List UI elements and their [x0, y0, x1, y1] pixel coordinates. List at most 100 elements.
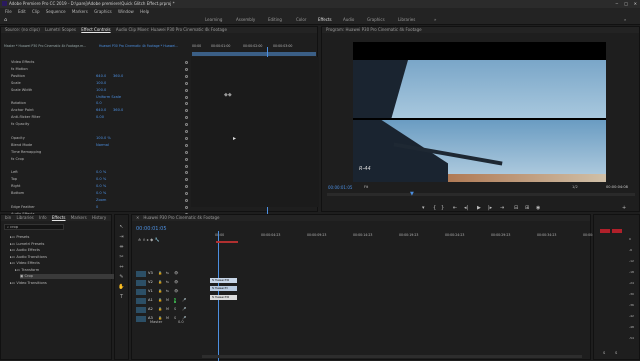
solo-right-button[interactable]: S: [615, 351, 617, 356]
clip-v1[interactable]: fx Huawei P30: [210, 295, 237, 300]
quality-dropdown[interactable]: 1/2: [572, 185, 578, 190]
menu-window[interactable]: Window: [118, 9, 134, 14]
reset-icon[interactable]: [185, 205, 188, 209]
clip-v2[interactable]: fx Huawei P3: [210, 286, 237, 291]
solo-left-button[interactable]: S: [603, 351, 605, 356]
reset-icon[interactable]: [185, 192, 188, 196]
lift-button[interactable]: ⊟: [514, 205, 518, 211]
mark-in-icon[interactable]: ▾: [422, 205, 425, 211]
menu-edit[interactable]: Edit: [18, 9, 26, 14]
effects-tree-item[interactable]: ▸▭ Presets: [10, 235, 29, 240]
effect-property-value[interactable]: 0.0 %: [96, 177, 106, 182]
lock-icon[interactable]: 🔒: [158, 289, 162, 294]
extract-button[interactable]: ⊞: [525, 205, 529, 211]
track-select-tool-icon[interactable]: ⇥: [118, 234, 125, 240]
reset-icon[interactable]: [185, 178, 188, 182]
track-target-toggle[interactable]: [136, 298, 146, 304]
reset-icon[interactable]: [185, 67, 188, 71]
effects-tree-item[interactable]: ▸▭ Video Effects: [10, 261, 40, 266]
timeline-scrollbar[interactable]: [202, 355, 582, 358]
track-label[interactable]: V1: [148, 289, 153, 294]
snap-icon[interactable]: ⋔ ∩ ▸ ◆ 🔧: [138, 237, 159, 242]
home-icon[interactable]: ⌂: [4, 17, 7, 23]
track-label[interactable]: V2: [148, 280, 153, 285]
play-button[interactable]: ▶: [477, 205, 481, 211]
eye-icon[interactable]: 👁: [174, 271, 178, 276]
clip-v3[interactable]: fx Huawei P30: [210, 278, 237, 283]
hand-tool-icon[interactable]: ✋: [118, 284, 125, 290]
track-label[interactable]: A1: [148, 298, 153, 303]
tab-audio-clip-mixer[interactable]: Audio Clip Mixer: Huawei P30 Pro Cinemat…: [116, 27, 227, 32]
effects-tree-item[interactable]: ▸▭ Transform: [15, 268, 39, 273]
menu-markers[interactable]: Markers: [72, 9, 88, 14]
effect-clip-bar[interactable]: [192, 52, 316, 56]
menu-clip[interactable]: Clip: [32, 9, 40, 14]
lock-icon[interactable]: 🔒: [158, 280, 162, 285]
eye-icon[interactable]: 👁: [174, 280, 178, 285]
search-icon[interactable]: ⌕: [624, 17, 626, 22]
razor-tool-icon[interactable]: ✂: [118, 254, 125, 260]
effect-property-value[interactable]: 0.0 %: [96, 170, 106, 175]
sync-icon[interactable]: ⇆: [166, 271, 169, 276]
effect-property-value[interactable]: 100.0: [96, 88, 106, 93]
reset-icon[interactable]: [185, 74, 188, 78]
go-to-in-button[interactable]: ⇤: [453, 205, 457, 211]
export-frame-icon[interactable]: ◉: [536, 205, 540, 211]
effect-property-value[interactable]: 0.0: [96, 101, 102, 106]
reset-icon[interactable]: [185, 157, 188, 161]
tab-source[interactable]: Source: (no clips): [5, 27, 40, 32]
work-area-bar[interactable]: [216, 241, 238, 243]
reset-icon[interactable]: [185, 136, 188, 140]
more-workspaces-icon[interactable]: »: [434, 17, 436, 22]
track-target-toggle[interactable]: [136, 289, 146, 295]
keyframe-icon[interactable]: ◆◆: [224, 92, 232, 98]
effect-property-value[interactable]: 0.0 %: [96, 191, 106, 196]
effects-tree-item[interactable]: ▸▭ Lumetri Presets: [10, 242, 44, 247]
lock-icon[interactable]: 🔒: [158, 271, 162, 276]
lock-icon[interactable]: 🔒: [158, 298, 162, 303]
lock-icon[interactable]: 🔒: [158, 307, 162, 312]
effect-property-value[interactable]: 0.0 %: [96, 184, 106, 189]
slip-tool-icon[interactable]: ⇔: [118, 264, 125, 270]
effect-property-value[interactable]: 100.0 %: [96, 136, 111, 141]
reset-icon[interactable]: [185, 102, 188, 106]
close-icon[interactable]: ✕: [634, 0, 637, 8]
effect-property-value[interactable]: 640.0: [96, 108, 106, 113]
minimize-icon[interactable]: ─: [616, 0, 618, 8]
reset-icon[interactable]: [185, 185, 188, 189]
program-scrub-bar[interactable]: [327, 193, 635, 196]
fit-dropdown[interactable]: Fit: [364, 185, 368, 190]
effect-property-value[interactable]: 640.0: [96, 74, 106, 79]
solo-icon[interactable]: S: [174, 298, 177, 303]
effect-property-value[interactable]: Zoom: [96, 198, 106, 203]
ripple-edit-tool-icon[interactable]: ⇹: [118, 244, 125, 250]
step-forward-button[interactable]: |▸: [488, 205, 492, 211]
workspace-editing[interactable]: Editing: [268, 17, 282, 22]
effect-property-value[interactable]: Uniform Scale: [96, 95, 121, 100]
video-frame[interactable]: R-44: [353, 42, 606, 182]
mark-in-button[interactable]: {: [433, 205, 436, 211]
reset-icon[interactable]: [185, 171, 188, 175]
track-label[interactable]: V3: [148, 271, 153, 276]
menu-sequence[interactable]: Sequence: [46, 9, 66, 14]
workspace-libraries[interactable]: Libraries: [398, 17, 415, 22]
reset-icon[interactable]: [185, 123, 188, 127]
workspace-assembly[interactable]: Assembly: [236, 17, 255, 22]
track-target-toggle[interactable]: [136, 271, 146, 277]
solo-icon[interactable]: S: [174, 316, 176, 321]
reset-icon[interactable]: [185, 143, 188, 147]
mic-icon[interactable]: 🎤: [182, 307, 186, 312]
track-target-toggle[interactable]: [136, 280, 146, 286]
tab-history[interactable]: History: [92, 215, 106, 220]
add-button[interactable]: +: [622, 205, 626, 211]
menu-graphics[interactable]: Graphics: [94, 9, 112, 14]
reset-icon[interactable]: [185, 199, 188, 202]
track-target-toggle[interactable]: [136, 307, 146, 313]
effect-property-value[interactable]: 0: [96, 205, 98, 210]
reset-icon[interactable]: [185, 88, 188, 92]
program-timecode[interactable]: 00:00:01:05: [328, 185, 352, 190]
selection-tool-icon[interactable]: ↖: [118, 224, 125, 230]
go-to-out-button[interactable]: ⇥: [500, 205, 504, 211]
solo-icon[interactable]: S: [174, 307, 176, 312]
type-tool-icon[interactable]: T: [118, 294, 125, 300]
